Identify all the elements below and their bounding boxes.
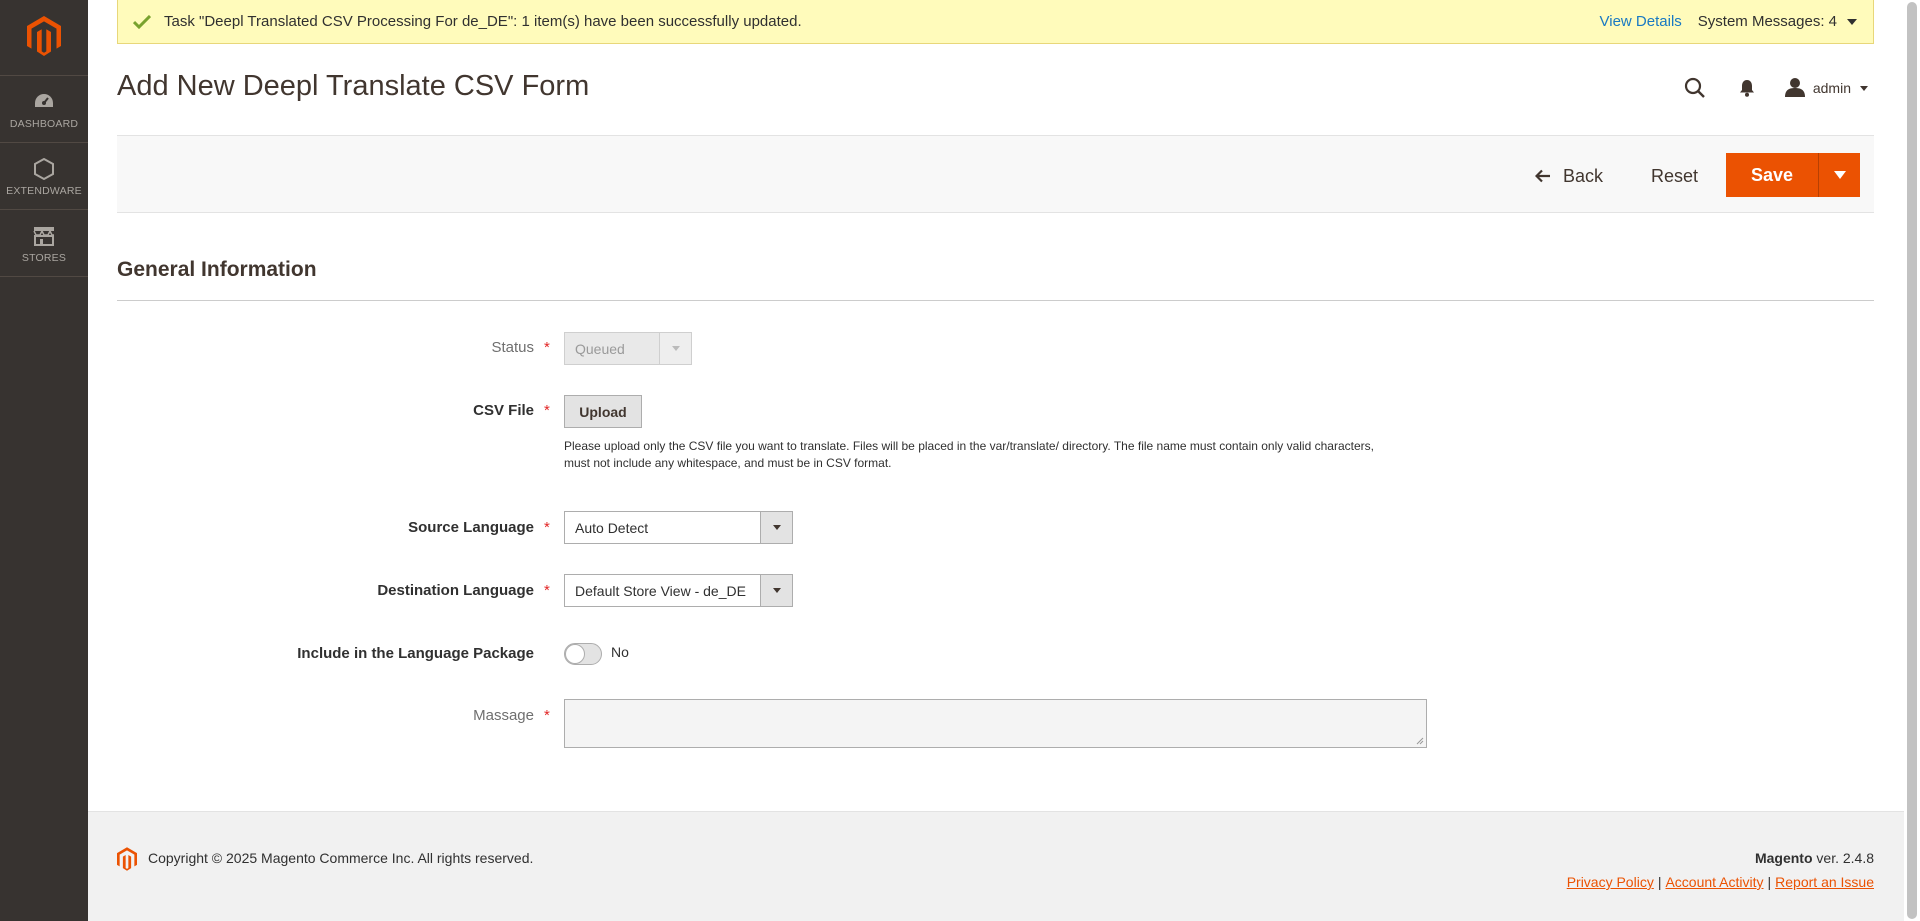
nav-item-stores[interactable]: STORES (0, 210, 88, 277)
destination-language-select[interactable]: Default Store View - de_DE (564, 574, 793, 607)
system-messages-count[interactable]: System Messages: 4 (1698, 13, 1837, 30)
link-separator: | (1767, 874, 1772, 890)
account-activity-link[interactable]: Account Activity (1665, 874, 1763, 890)
header-actions: admin (1677, 72, 1868, 104)
checkmark-icon (132, 12, 152, 32)
bell-icon[interactable] (1729, 72, 1765, 104)
massage-textarea[interactable] (564, 699, 1427, 748)
upload-button[interactable]: Upload (564, 395, 642, 428)
copyright-text: Copyright © 2025 Magento Commerce Inc. A… (148, 850, 534, 866)
message-text: Task "Deepl Translated CSV Processing Fo… (164, 13, 802, 30)
include-package-toggle[interactable] (564, 643, 602, 665)
massage-label: Massage (473, 707, 534, 724)
csv-file-note-line: must not include any whitespace, and mus… (564, 456, 892, 470)
back-button-label: Back (1563, 165, 1604, 186)
magento-logo-icon (27, 16, 61, 56)
back-button[interactable]: Back (1535, 154, 1603, 198)
source-language-label: Source Language (408, 519, 534, 536)
required-asterisk: * (544, 582, 550, 599)
csv-file-note-line: Please upload only the CSV file you want… (564, 439, 1374, 453)
status-value: Queued (575, 340, 625, 357)
chevron-down-icon (1860, 85, 1868, 91)
chevron-down-icon (760, 575, 792, 606)
magento-footer-logo-icon (117, 847, 137, 876)
page-footer: Copyright © 2025 Magento Commerce Inc. A… (88, 811, 1904, 921)
nav-item-label: STORES (21, 252, 67, 264)
reset-button[interactable]: Reset (1651, 154, 1698, 198)
csv-file-label: CSV File (473, 402, 534, 419)
required-asterisk: * (544, 519, 550, 536)
magento-logo[interactable] (0, 0, 88, 76)
vertical-scrollbar[interactable] (1904, 0, 1920, 921)
save-options-toggle[interactable] (1818, 153, 1860, 197)
status-select: Queued (564, 332, 692, 365)
section-title: General Information (117, 258, 317, 281)
view-details-link[interactable]: View Details (1600, 13, 1682, 30)
brand-name: Magento (1754, 850, 1813, 866)
toggle-knob (565, 644, 585, 664)
success-message-bar: Task "Deepl Translated CSV Processing Fo… (117, 0, 1874, 44)
required-asterisk: * (544, 402, 550, 419)
page-actions-toolbar: Back Reset Save (117, 135, 1874, 213)
chevron-down-icon (1833, 171, 1846, 179)
store-icon (32, 224, 56, 248)
scrollbar-thumb[interactable] (1907, 2, 1917, 919)
admin-user-menu[interactable]: admin (1784, 77, 1868, 100)
nav-item-label: EXTENDWARE (6, 185, 82, 197)
report-issue-link[interactable]: Report an Issue (1775, 874, 1874, 890)
resize-grip-icon[interactable] (1416, 737, 1424, 745)
chevron-down-icon (659, 333, 691, 364)
footer-links: Privacy Policy | Account Activity | Repo… (1567, 874, 1874, 890)
save-button[interactable]: Save (1726, 153, 1818, 197)
hexagon-icon (32, 157, 56, 181)
admin-sidebar: DASHBOARD EXTENDWARE STORES (0, 0, 88, 921)
destination-language-label: Destination Language (377, 582, 534, 599)
user-icon (1784, 77, 1805, 100)
nav-item-label: DASHBOARD (9, 118, 79, 130)
arrow-left-icon (1535, 169, 1551, 183)
destination-language-value: Default Store View - de_DE (575, 582, 746, 599)
nav-item-dashboard[interactable]: DASHBOARD (0, 76, 88, 143)
admin-username: admin (1812, 80, 1851, 96)
version-number: ver. 2.4.8 (1812, 850, 1874, 866)
csv-file-note: Please upload only the CSV file you want… (564, 438, 1424, 472)
required-asterisk: * (544, 339, 550, 356)
privacy-policy-link[interactable]: Privacy Policy (1567, 874, 1654, 890)
page-title: Add New Deepl Translate CSV Form (117, 70, 590, 102)
chevron-down-icon (760, 512, 792, 543)
nav-item-extendware[interactable]: EXTENDWARE (0, 143, 88, 210)
source-language-select[interactable]: Auto Detect (564, 511, 793, 544)
link-separator: | (1657, 874, 1662, 890)
include-package-value: No (611, 644, 629, 660)
required-asterisk: * (544, 707, 550, 724)
status-label: Status (491, 339, 534, 356)
version-info: Magento ver. 2.4.8 (1755, 850, 1874, 866)
source-language-value: Auto Detect (575, 519, 649, 536)
section-divider (117, 300, 1874, 301)
search-icon[interactable] (1677, 72, 1713, 104)
speedometer-icon (32, 90, 56, 114)
include-package-label: Include in the Language Package (297, 645, 534, 662)
chevron-down-icon[interactable] (1847, 18, 1857, 25)
